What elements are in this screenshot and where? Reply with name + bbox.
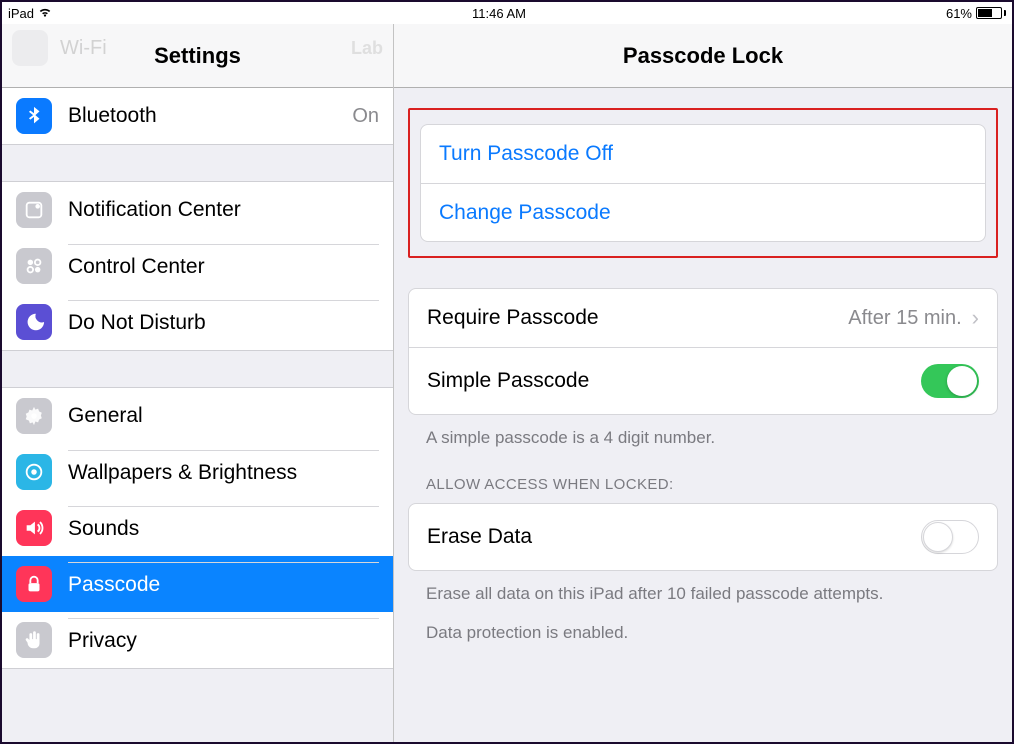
highlighted-actions: Turn Passcode Off Change Passcode: [408, 108, 998, 258]
simple-passcode-toggle[interactable]: [921, 364, 979, 398]
sidebar-item-privacy[interactable]: Privacy: [2, 612, 393, 668]
erase-data-note: Erase all data on this iPad after 10 fai…: [408, 571, 998, 608]
data-protection-note: Data protection is enabled.: [408, 608, 998, 647]
sidebar-item-label: General: [68, 404, 143, 428]
sidebar-item-wallpapers[interactable]: Wallpapers & Brightness: [2, 444, 393, 500]
wallpaper-icon: [16, 454, 52, 490]
sidebar-item-label: Bluetooth: [68, 104, 157, 128]
erase-data-row[interactable]: Erase Data: [409, 504, 997, 570]
battery-percent: 61%: [946, 6, 972, 21]
sidebar-item-label: Do Not Disturb: [68, 311, 206, 335]
wifi-icon: [12, 30, 48, 66]
sidebar-item-label: Passcode: [68, 573, 160, 597]
row-value: After 15 min.: [848, 307, 961, 330]
simple-passcode-row[interactable]: Simple Passcode: [409, 347, 997, 414]
sidebar-item-sounds[interactable]: Sounds: [2, 500, 393, 556]
device-label: iPad: [8, 6, 34, 21]
gear-icon: [16, 398, 52, 434]
sidebar-item-passcode[interactable]: Passcode: [2, 556, 393, 612]
sidebar-item-do-not-disturb[interactable]: Do Not Disturb: [2, 294, 393, 350]
sidebar-item-label: Sounds: [68, 517, 139, 541]
hand-icon: [16, 622, 52, 658]
status-bar: iPad 11:46 AM 61%: [2, 2, 1012, 24]
control-center-icon: [16, 248, 52, 284]
sidebar-item-label: Control Center: [68, 255, 205, 279]
clock: 11:46 AM: [472, 6, 526, 21]
sidebar-item-notification-center[interactable]: Notification Center: [2, 182, 393, 238]
sidebar-item-bluetooth[interactable]: Bluetooth On: [2, 88, 393, 144]
row-label: Simple Passcode: [427, 369, 589, 393]
change-passcode-button[interactable]: Change Passcode: [421, 183, 985, 241]
row-label: Erase Data: [427, 525, 532, 549]
allow-access-header: ALLOW ACCESS WHEN LOCKED:: [408, 452, 998, 503]
turn-passcode-off-button[interactable]: Turn Passcode Off: [421, 125, 985, 183]
wifi-icon: [38, 6, 52, 21]
detail-title: Passcode Lock: [394, 24, 1012, 88]
sidebar-item-label: Wallpapers & Brightness: [68, 461, 297, 485]
settings-sidebar: Wi-Fi Lab Settings Bluetooth On: [2, 24, 394, 742]
chevron-right-icon: ›: [972, 305, 979, 331]
sidebar-item-label: Notification Center: [68, 198, 241, 222]
sidebar-item-value: Lab: [351, 38, 383, 59]
sidebar-item-control-center[interactable]: Control Center: [2, 238, 393, 294]
simple-passcode-note: A simple passcode is a 4 digit number.: [408, 415, 998, 452]
sidebar-header: Wi-Fi Lab Settings: [2, 24, 393, 88]
row-label: Require Passcode: [427, 306, 599, 330]
detail-pane: Passcode Lock Turn Passcode Off Change P…: [394, 24, 1012, 742]
erase-data-toggle[interactable]: [921, 520, 979, 554]
sidebar-item-label: Wi-Fi: [60, 37, 107, 60]
sidebar-item-label: Privacy: [68, 629, 137, 653]
require-passcode-row[interactable]: Require Passcode After 15 min. ›: [409, 289, 997, 347]
battery-icon: [976, 7, 1006, 19]
sidebar-item-wifi-faded: Wi-Fi Lab: [12, 30, 383, 66]
sidebar-item-general[interactable]: General: [2, 388, 393, 444]
notification-icon: [16, 192, 52, 228]
bluetooth-icon: [16, 98, 52, 134]
sidebar-item-value: On: [352, 105, 379, 128]
speaker-icon: [16, 510, 52, 546]
moon-icon: [16, 304, 52, 340]
lock-icon: [16, 566, 52, 602]
